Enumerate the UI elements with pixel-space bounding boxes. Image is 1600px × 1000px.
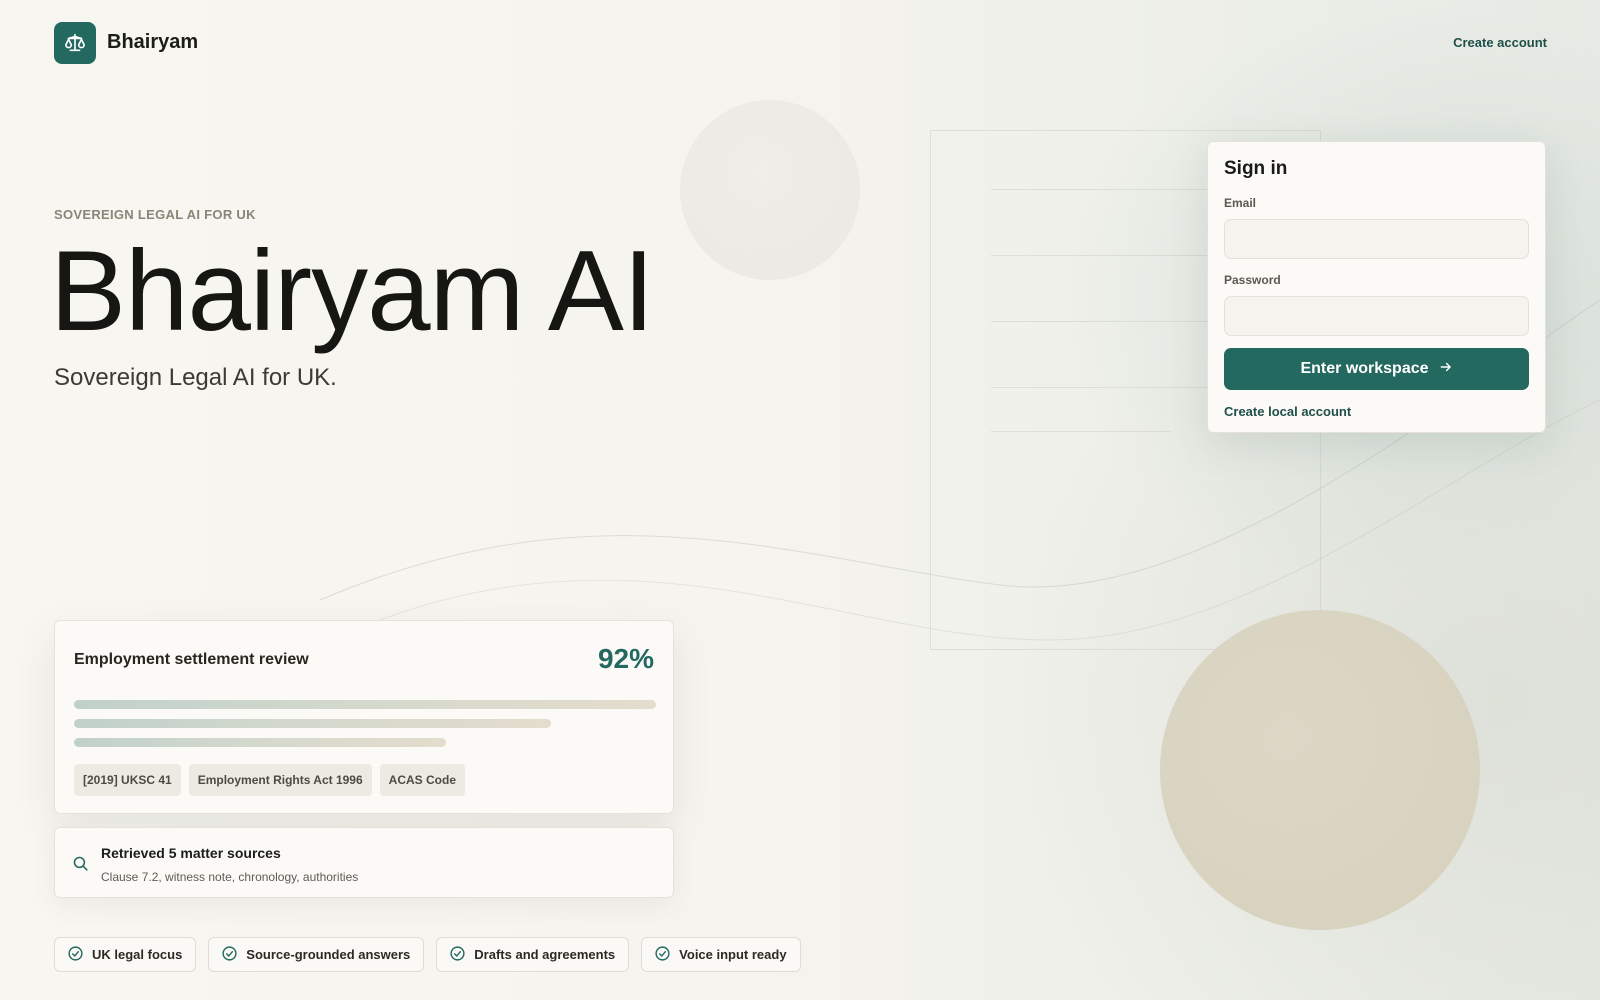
email-field[interactable] [1224,219,1529,259]
hero-title: Bhairyam AI [50,228,655,355]
sources-detail: Clause 7.2, witness note, chronology, au… [101,870,359,884]
signin-title: Sign in [1224,158,1288,179]
site-header: Bhairyam Create account [0,0,1600,86]
signin-form: Sign in Email Password Enter workspace C… [1207,141,1546,433]
progress-line [74,700,656,709]
search-icon [72,855,89,877]
feature-list: UK legal focus Source-grounded answers D… [54,937,801,972]
progress-line [74,719,551,728]
feature-label: Drafts and agreements [474,947,616,962]
scales-icon[interactable] [54,22,96,64]
sources-title: Retrieved 5 matter sources [101,845,281,861]
review-title: Employment settlement review [74,651,309,668]
hero-eyebrow: SOVEREIGN LEGAL AI FOR UK [54,207,256,222]
password-label: Password [1224,273,1281,287]
progress-line [74,738,446,747]
check-circle-icon [221,945,238,965]
check-circle-icon [654,945,671,965]
feature-pill: Voice input ready [641,937,801,972]
create-account-link[interactable]: Create account [1453,35,1547,50]
sources-card: Retrieved 5 matter sources Clause 7.2, w… [54,827,674,898]
citation-chips: [2019] UKSC 41 Employment Rights Act 199… [74,764,465,796]
citation-chip: ACAS Code [379,764,465,796]
enter-workspace-label: Enter workspace [1300,360,1429,377]
review-score: 92% [597,643,654,674]
arrow-right-icon [1439,360,1453,378]
feature-label: Voice input ready [679,947,787,962]
citation-chip: Employment Rights Act 1996 [188,764,372,796]
brand-name[interactable]: Bhairyam [107,31,198,54]
decorative-circle [680,100,860,280]
review-card: Employment settlement review 92% [2019] … [54,620,674,814]
password-field[interactable] [1224,296,1529,336]
hero-subtitle: Sovereign Legal AI for UK. [54,364,337,391]
feature-label: UK legal focus [92,947,183,962]
email-label: Email [1224,196,1257,210]
decorative-circle-large [1160,610,1480,930]
feature-pill: UK legal focus [54,937,197,972]
feature-pill: Source-grounded answers [208,937,425,972]
citation-chip: [2019] UKSC 41 [74,764,181,796]
feature-label: Source-grounded answers [246,947,411,962]
feature-pill: Drafts and agreements [436,937,630,972]
check-circle-icon [67,945,84,965]
create-local-account-link[interactable]: Create local account [1224,404,1529,419]
check-circle-icon [449,945,466,965]
enter-workspace-button[interactable]: Enter workspace [1224,348,1529,390]
